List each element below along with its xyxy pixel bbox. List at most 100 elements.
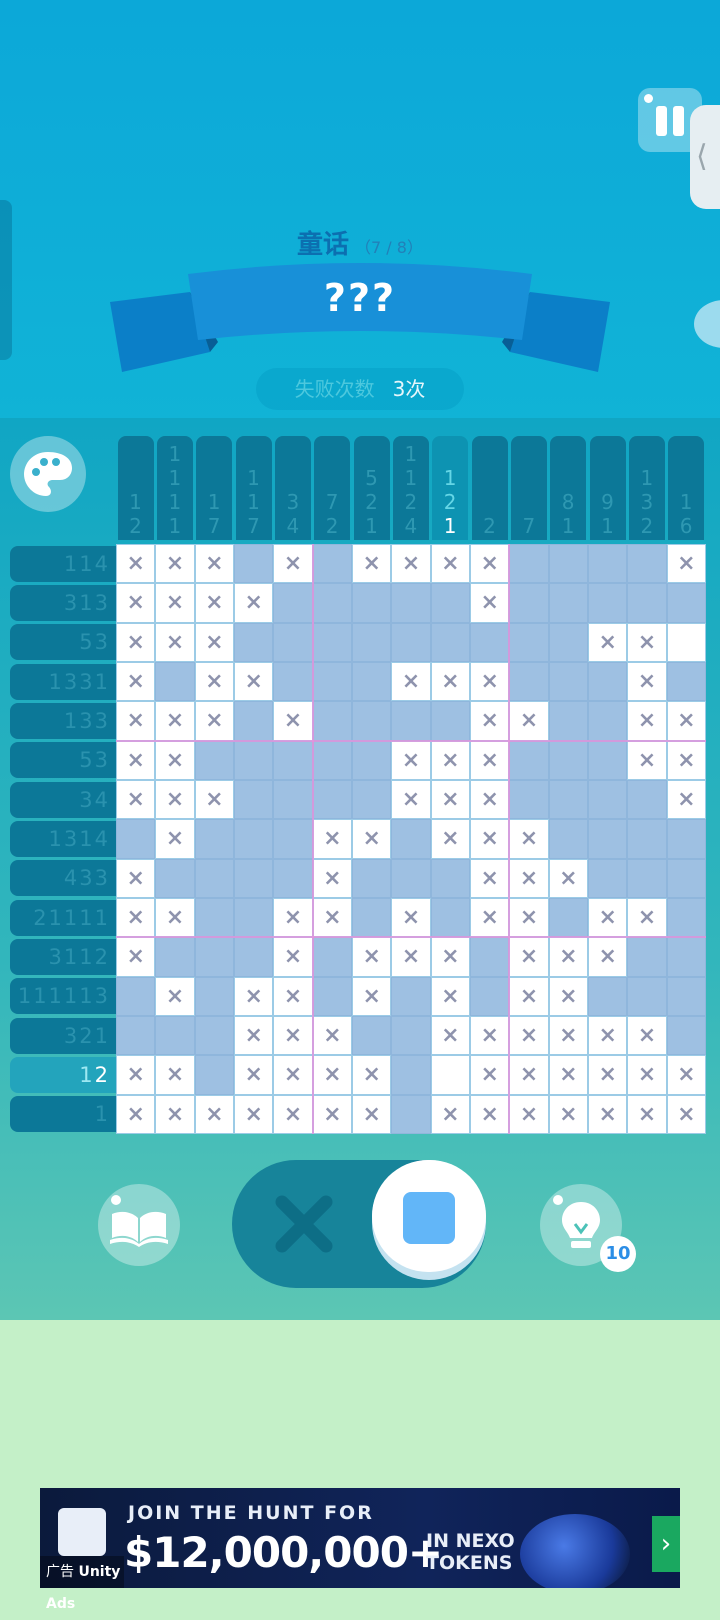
grid-cell[interactable] — [470, 544, 510, 584]
grid-cell[interactable] — [627, 544, 667, 584]
grid-cell[interactable] — [627, 740, 667, 780]
grid-cell[interactable] — [194, 858, 234, 898]
grid-cell[interactable] — [194, 1094, 234, 1134]
grid-cell[interactable] — [155, 740, 195, 780]
grid-cell[interactable] — [352, 701, 392, 741]
grid-cell[interactable] — [548, 858, 588, 898]
grid-cell[interactable] — [234, 976, 274, 1016]
grid-cell[interactable] — [509, 1055, 549, 1095]
grid-cell[interactable] — [155, 1016, 195, 1056]
grid-cell[interactable] — [588, 740, 628, 780]
grid-cell[interactable] — [588, 937, 628, 977]
grid-cell[interactable] — [234, 898, 274, 938]
grid-cell[interactable] — [509, 780, 549, 820]
grid-cell[interactable] — [430, 701, 470, 741]
grid-cell[interactable] — [470, 937, 510, 977]
grid-cell[interactable] — [273, 622, 313, 662]
grid-cell[interactable] — [627, 1055, 667, 1095]
grid-cell[interactable] — [352, 740, 392, 780]
grid-cell[interactable] — [234, 937, 274, 977]
grid-cell[interactable] — [470, 740, 510, 780]
guide-button[interactable] — [98, 1184, 180, 1266]
grid-cell[interactable] — [352, 819, 392, 859]
grid-cell[interactable] — [391, 780, 431, 820]
grid-cell[interactable] — [116, 819, 156, 859]
grid-cell[interactable] — [312, 662, 352, 702]
grid-cell[interactable] — [312, 544, 352, 584]
grid-cell[interactable] — [194, 819, 234, 859]
grid-cell[interactable] — [273, 976, 313, 1016]
grid-cell[interactable] — [116, 1094, 156, 1134]
grid-cell[interactable] — [391, 858, 431, 898]
grid-cell[interactable] — [430, 976, 470, 1016]
grid-cell[interactable] — [116, 898, 156, 938]
grid-cell[interactable] — [352, 1055, 392, 1095]
grid-cell[interactable] — [116, 701, 156, 741]
grid-cell[interactable] — [273, 819, 313, 859]
grid-cell[interactable] — [352, 662, 392, 702]
grid-cell[interactable] — [155, 898, 195, 938]
grid-cell[interactable] — [234, 1016, 274, 1056]
grid-cell[interactable] — [391, 937, 431, 977]
grid-cell[interactable] — [116, 583, 156, 623]
grid-cell[interactable] — [155, 819, 195, 859]
grid-cell[interactable] — [273, 662, 313, 702]
grid-cell[interactable] — [548, 662, 588, 702]
grid-cell[interactable] — [666, 662, 706, 702]
grid-cell[interactable] — [588, 622, 628, 662]
grid-cell[interactable] — [509, 1094, 549, 1134]
grid-cell[interactable] — [194, 1016, 234, 1056]
grid-cell[interactable] — [588, 662, 628, 702]
grid-cell[interactable] — [234, 583, 274, 623]
grid-cell[interactable] — [588, 976, 628, 1016]
grid-cell[interactable] — [194, 780, 234, 820]
grid-cell[interactable] — [273, 701, 313, 741]
grid-cell[interactable] — [588, 1016, 628, 1056]
grid-cell[interactable] — [430, 662, 470, 702]
grid-cell[interactable] — [470, 819, 510, 859]
grid-cell[interactable] — [116, 1016, 156, 1056]
grid-cell[interactable] — [509, 976, 549, 1016]
grid-cell[interactable] — [548, 898, 588, 938]
grid-cell[interactable] — [509, 583, 549, 623]
grid-cell[interactable] — [588, 1055, 628, 1095]
grid-cell[interactable] — [312, 976, 352, 1016]
grid-cell[interactable] — [391, 1055, 431, 1095]
grid-cell[interactable] — [548, 583, 588, 623]
grid-cell[interactable] — [234, 662, 274, 702]
grid-cell[interactable] — [666, 544, 706, 584]
grid-cell[interactable] — [627, 1094, 667, 1134]
grid-cell[interactable] — [116, 622, 156, 662]
grid-cell[interactable] — [430, 622, 470, 662]
grid-cell[interactable] — [194, 898, 234, 938]
grid-cell[interactable] — [627, 976, 667, 1016]
grid-cell[interactable] — [666, 819, 706, 859]
grid-cell[interactable] — [470, 976, 510, 1016]
grid-cell[interactable] — [509, 701, 549, 741]
grid-cell[interactable] — [548, 740, 588, 780]
grid-cell[interactable] — [548, 976, 588, 1016]
grid-cell[interactable] — [391, 898, 431, 938]
grid-cell[interactable] — [352, 858, 392, 898]
grid-cell[interactable] — [273, 858, 313, 898]
grid-cell[interactable] — [155, 583, 195, 623]
grid-cell[interactable] — [509, 544, 549, 584]
grid-cell[interactable] — [509, 740, 549, 780]
grid-cell[interactable] — [391, 583, 431, 623]
grid-cell[interactable] — [116, 662, 156, 702]
grid-cell[interactable] — [312, 858, 352, 898]
grid-cell[interactable] — [194, 701, 234, 741]
grid-cell[interactable] — [352, 1016, 392, 1056]
grid-cell[interactable] — [234, 622, 274, 662]
grid-cell[interactable] — [391, 544, 431, 584]
grid-cell[interactable] — [627, 662, 667, 702]
grid-cell[interactable] — [588, 898, 628, 938]
grid-cell[interactable] — [509, 898, 549, 938]
grid-cell[interactable] — [430, 740, 470, 780]
grid-cell[interactable] — [155, 976, 195, 1016]
grid-cell[interactable] — [509, 1016, 549, 1056]
grid-cell[interactable] — [273, 544, 313, 584]
grid-cell[interactable] — [548, 701, 588, 741]
grid-cell[interactable] — [116, 976, 156, 1016]
grid-cell[interactable] — [312, 1094, 352, 1134]
